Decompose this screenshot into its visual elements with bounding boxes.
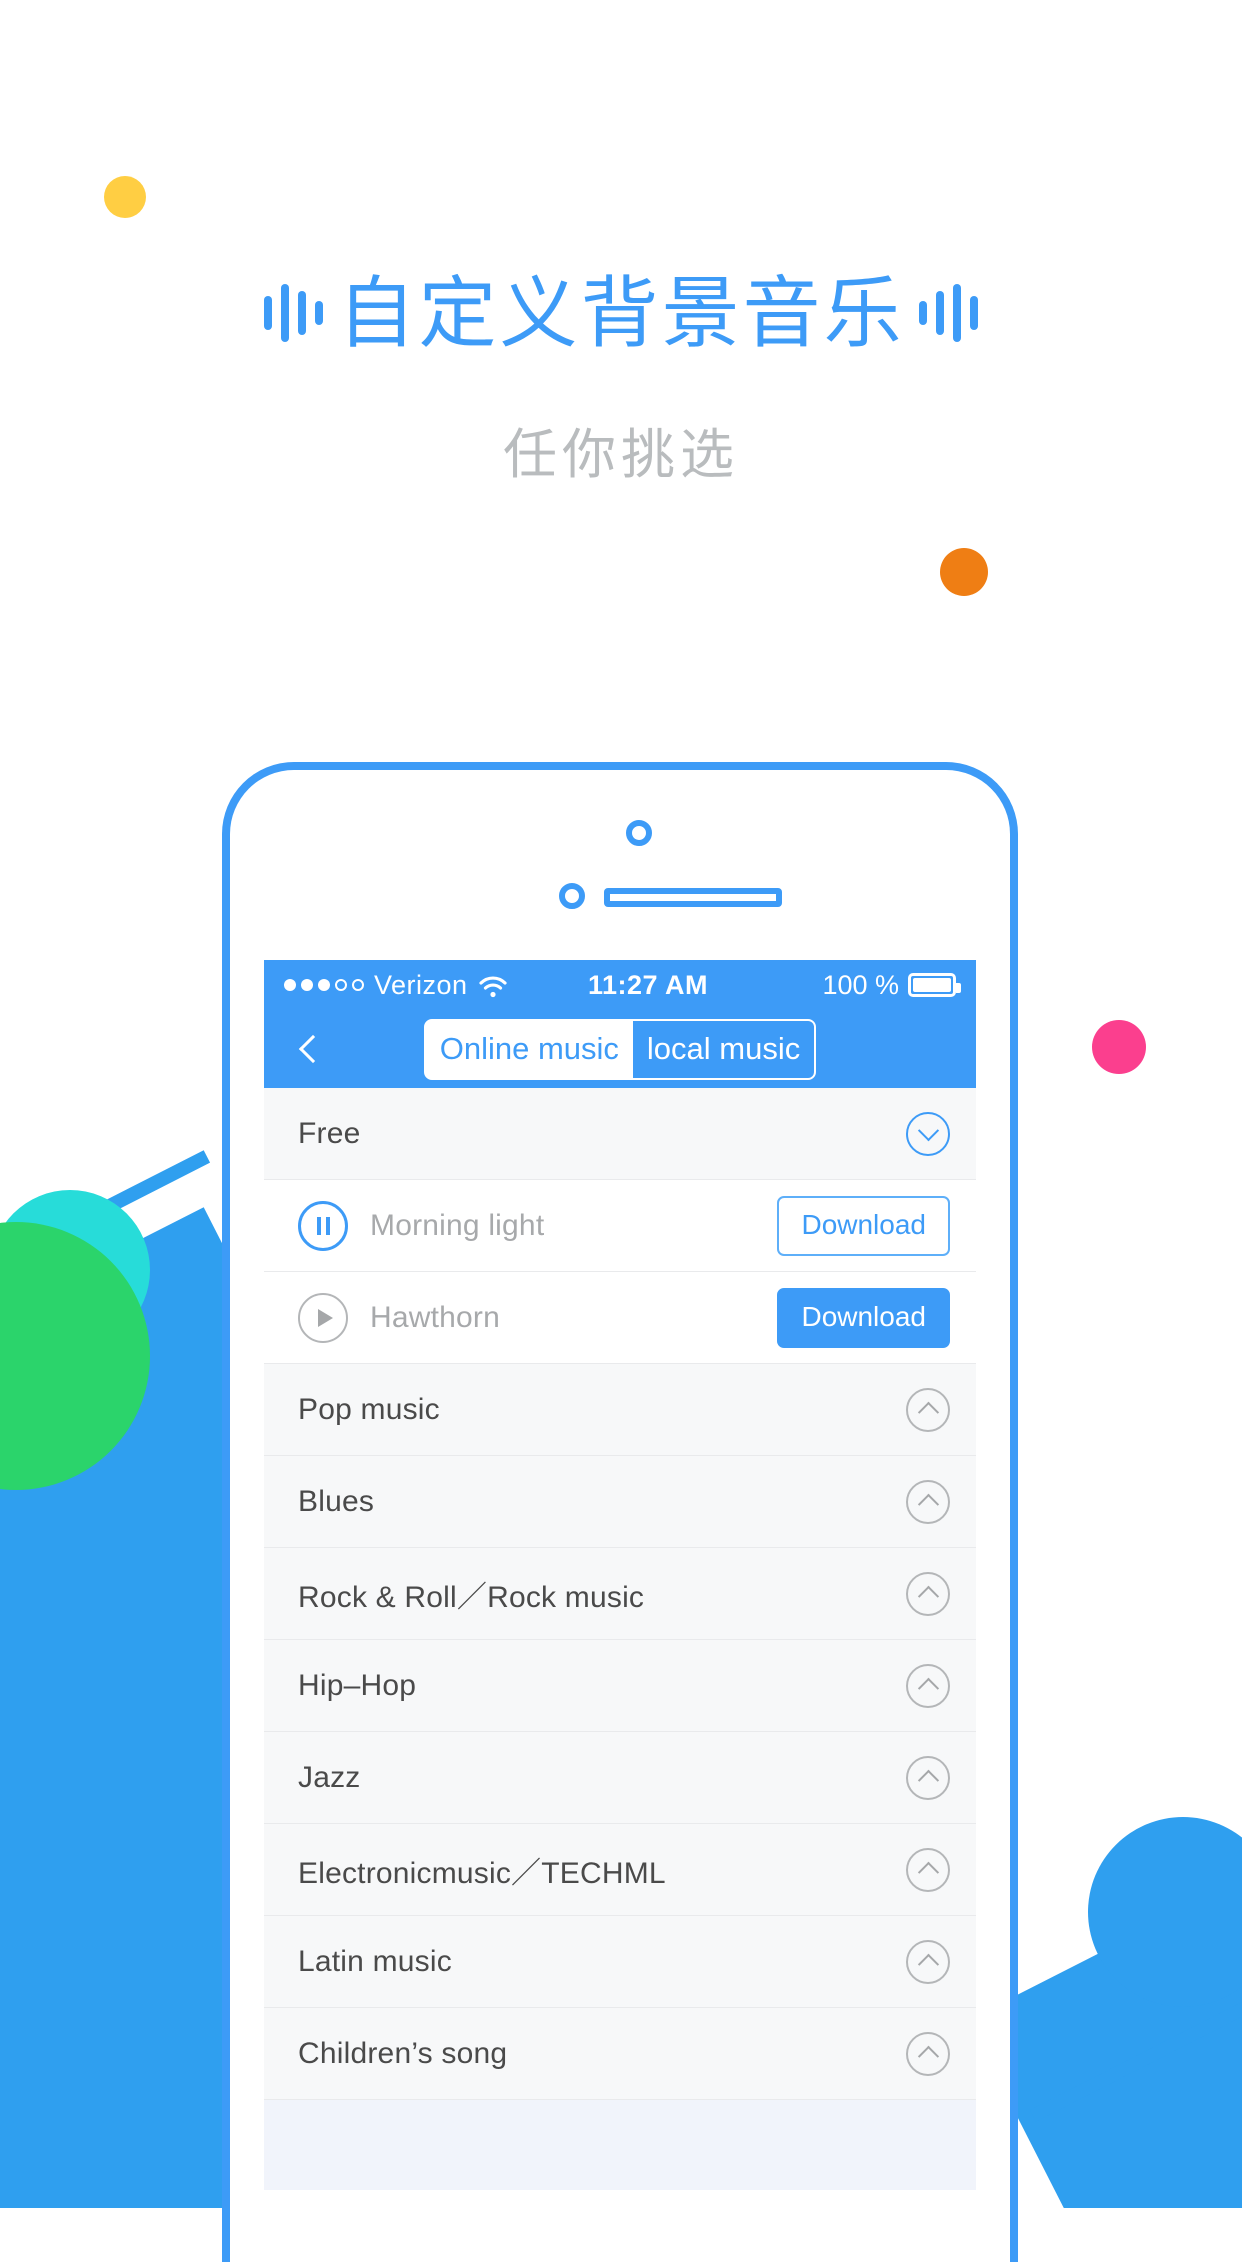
list-item-label: Free bbox=[298, 1116, 361, 1150]
phone-screen: Verizon 11:27 AM 100 % Online music loca… bbox=[264, 960, 976, 2262]
phone-mockup: Verizon 11:27 AM 100 % Online music loca… bbox=[222, 762, 1022, 2262]
chevron-up-circle-icon[interactable] bbox=[906, 2031, 950, 2076]
list-item-rock[interactable]: Rock & Roll／Rock music bbox=[264, 1548, 976, 1640]
list-item-jazz[interactable]: Jazz bbox=[264, 1732, 976, 1824]
chevron-down-circle-icon[interactable] bbox=[906, 1111, 950, 1156]
clock-label: 11:27 AM bbox=[587, 969, 709, 1000]
list-item-latin-music[interactable]: Latin music bbox=[264, 1916, 976, 2008]
download-button[interactable]: Download bbox=[777, 1195, 950, 1256]
chevron-up-circle-icon[interactable] bbox=[906, 1663, 950, 1708]
chevron-up-circle-icon[interactable] bbox=[906, 1387, 950, 1432]
list-item-label: Hip–Hop bbox=[298, 1668, 417, 1702]
nav-bar: Online music local music bbox=[264, 1010, 976, 1088]
music-source-tabs: Online music local music bbox=[423, 1018, 817, 1080]
list-item-label: Blues bbox=[298, 1484, 375, 1518]
track-title: Hawthorn bbox=[370, 1300, 500, 1334]
list-item-label: Rock & Roll／Rock music bbox=[298, 1580, 645, 1614]
decorative-dot-orange bbox=[940, 548, 988, 596]
chevron-up-circle-icon[interactable] bbox=[906, 1571, 950, 1616]
list-item-childrens-song[interactable]: Children’s song bbox=[264, 2008, 976, 2100]
battery-percent-label: 100 % bbox=[822, 969, 899, 1000]
page-title-row: 自定义背景音乐 bbox=[0, 272, 1242, 354]
tab-local-music[interactable]: local music bbox=[632, 1020, 815, 1078]
equalizer-icon-right bbox=[918, 275, 978, 351]
list-item-pop-music[interactable]: Pop music bbox=[264, 1364, 976, 1456]
list-item-label: Pop music bbox=[298, 1392, 440, 1426]
decorative-dot-yellow bbox=[104, 176, 146, 218]
status-bar-right: 100 % bbox=[822, 969, 961, 1001]
list-item-hip-hop[interactable]: Hip–Hop bbox=[264, 1640, 976, 1732]
status-bar: Verizon 11:27 AM 100 % bbox=[264, 960, 976, 1010]
music-category-list: Free Morning light Download Hawthorn Dow… bbox=[264, 1088, 976, 2190]
pause-circle-icon[interactable] bbox=[298, 1200, 348, 1251]
track-row-hawthorn[interactable]: Hawthorn Download bbox=[264, 1272, 976, 1364]
chevron-up-circle-icon[interactable] bbox=[906, 1939, 950, 1984]
list-bottom-area bbox=[264, 2100, 976, 2190]
list-item-free[interactable]: Free bbox=[264, 1088, 976, 1180]
track-title: Morning light bbox=[370, 1208, 545, 1242]
chevron-up-circle-icon[interactable] bbox=[906, 1755, 950, 1800]
signal-strength-icon bbox=[284, 979, 364, 991]
list-item-blues[interactable]: Blues bbox=[264, 1456, 976, 1548]
chevron-left-icon bbox=[298, 1034, 328, 1064]
back-button[interactable] bbox=[290, 1029, 330, 1069]
list-item-label: Jazz bbox=[298, 1760, 361, 1794]
battery-icon bbox=[908, 973, 961, 997]
earpiece-speaker-icon bbox=[604, 888, 782, 907]
carrier-label: Verizon bbox=[374, 969, 468, 1000]
chevron-up-circle-icon[interactable] bbox=[906, 1479, 950, 1524]
list-item-label: Latin music bbox=[298, 1944, 452, 1978]
chevron-up-circle-icon[interactable] bbox=[906, 1847, 950, 1892]
equalizer-icon-left bbox=[264, 275, 324, 351]
download-button[interactable]: Download bbox=[777, 1287, 950, 1348]
play-circle-icon[interactable] bbox=[298, 1292, 348, 1343]
page-subtitle: 任你挑选 bbox=[503, 425, 739, 485]
front-camera-icon bbox=[626, 820, 652, 846]
list-item-label: Electronicmusic／TECHML bbox=[298, 1856, 666, 1890]
wifi-icon bbox=[478, 974, 508, 998]
decorative-dot-pink bbox=[1092, 1020, 1146, 1074]
track-row-morning-light[interactable]: Morning light Download bbox=[264, 1180, 976, 1272]
list-item-label: Children’s song bbox=[298, 2036, 508, 2070]
tab-online-music[interactable]: Online music bbox=[425, 1020, 633, 1078]
proximity-sensor-icon bbox=[559, 883, 585, 909]
page-title: 自定义背景音乐 bbox=[337, 269, 905, 357]
list-item-electronic[interactable]: Electronicmusic／TECHML bbox=[264, 1824, 976, 1916]
